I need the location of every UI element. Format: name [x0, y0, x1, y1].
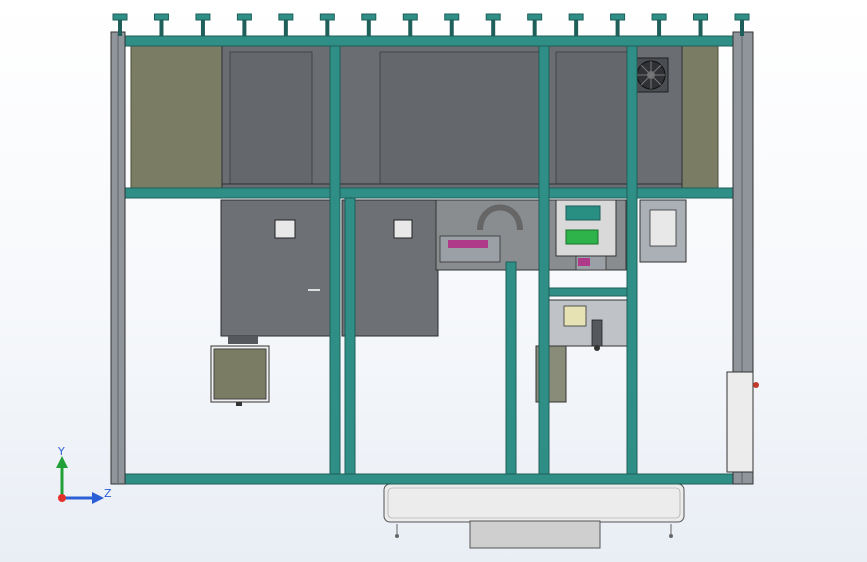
- green-module: [565, 229, 599, 245]
- label-plate: [393, 219, 413, 239]
- top-fitting: [485, 13, 501, 36]
- right-post[interactable]: [726, 31, 759, 485]
- y-axis-label: Y: [57, 445, 65, 458]
- top-fittings: [112, 13, 750, 36]
- top-fitting: [278, 13, 294, 36]
- z-axis-label: Z: [104, 487, 112, 500]
- upper-housing[interactable]: [221, 45, 683, 189]
- fan-unit[interactable]: [633, 57, 669, 93]
- top-fitting: [153, 13, 169, 36]
- top-fitting: [610, 13, 626, 36]
- top-fitting: [236, 13, 252, 36]
- mechanism-assembly[interactable]: [435, 199, 687, 403]
- cad-viewport[interactable]: Y Z: [0, 0, 867, 562]
- top-fitting: [361, 13, 377, 36]
- top-rail[interactable]: [123, 35, 742, 47]
- top-fitting: [402, 13, 418, 36]
- base-tray[interactable]: [383, 483, 685, 549]
- top-fitting: [195, 13, 211, 36]
- orientation-triad: Y Z: [56, 445, 112, 504]
- door-handle-box: [726, 371, 754, 473]
- side-box[interactable]: [210, 345, 270, 406]
- base-block: [469, 520, 601, 549]
- top-fitting: [527, 13, 543, 36]
- top-fitting: [693, 13, 709, 36]
- top-fitting: [651, 13, 667, 36]
- assembly-model-view[interactable]: Y Z: [0, 0, 867, 562]
- indicator-light: [753, 382, 759, 388]
- top-fitting: [568, 13, 584, 36]
- top-fitting: [444, 13, 460, 36]
- label-plate: [274, 219, 296, 239]
- left-post[interactable]: [110, 31, 126, 485]
- top-fitting: [319, 13, 335, 36]
- bottom-rail[interactable]: [123, 473, 742, 485]
- middle-rail[interactable]: [123, 187, 734, 199]
